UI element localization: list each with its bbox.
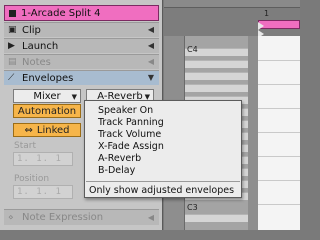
start-field[interactable]: 1. 1. 1: [13, 152, 73, 166]
section-note-expression-label: Note Expression: [22, 212, 104, 223]
section-envelopes-label: Envelopes: [22, 72, 74, 84]
start-label: Start: [14, 141, 36, 151]
key-row: [184, 214, 248, 222]
envelope-control-menu: Speaker On Track Panning Track Volume X-…: [84, 100, 242, 198]
section-clip[interactable]: ▣ Clip ◀: [4, 22, 159, 37]
menu-item-b-delay[interactable]: B-Delay: [98, 165, 135, 177]
menu-item-track-volume[interactable]: Track Volume: [98, 129, 161, 141]
clip-row-line: [258, 84, 300, 85]
note-label-c4: C4: [187, 45, 198, 54]
device-chooser-value: Mixer: [33, 90, 61, 102]
key-row: [184, 84, 248, 92]
notes-icon: ▤: [8, 57, 17, 67]
section-note-expression[interactable]: ⋄ Note Expression ◀: [4, 209, 159, 225]
position-label: Position: [14, 174, 50, 184]
menu-item-x-fade-assign[interactable]: X-Fade Assign: [98, 141, 164, 153]
menu-item-speaker-on[interactable]: Speaker On: [98, 105, 153, 117]
linked-button[interactable]: ⇔ Linked: [13, 123, 81, 137]
section-clip-label: Clip: [22, 24, 41, 36]
clip-row-line: [258, 60, 300, 61]
clip-region[interactable]: [258, 36, 300, 230]
loop-brace[interactable]: [258, 20, 300, 29]
section-envelopes[interactable]: ⟋ Envelopes ▼: [4, 70, 159, 85]
clip-title-bar[interactable]: 1-Arcade Split 4: [4, 5, 159, 21]
collapse-arrow-icon[interactable]: ◀: [148, 213, 154, 222]
clip-color-square: [9, 9, 16, 17]
note-label-c3: C3: [187, 203, 198, 212]
section-notes[interactable]: ▤ Notes ◀: [4, 54, 159, 69]
clip-row-line: [258, 108, 300, 109]
key-row: [184, 60, 248, 68]
clip-title: 1-Arcade Split 4: [21, 7, 101, 19]
clip-row-line: [258, 156, 300, 157]
bar-number: 1: [264, 9, 270, 18]
automation-button-label: Automation: [17, 105, 77, 117]
envelope-icon: ⟋: [8, 73, 15, 83]
chevron-down-icon: ▼: [71, 93, 77, 101]
timeline-ruler[interactable]: [164, 0, 300, 8]
menu-item-track-panning[interactable]: Track Panning: [98, 117, 164, 129]
clip-row-line: [258, 132, 300, 133]
clip-row-line: [258, 204, 300, 205]
clip-box-icon: ▣: [8, 25, 17, 35]
key-row: [184, 72, 248, 80]
menu-item-only-show-adjusted[interactable]: Only show adjusted envelopes: [89, 185, 234, 196]
note-expression-icon: ⋄: [8, 212, 14, 223]
section-notes-label: Notes: [22, 56, 51, 68]
automation-button[interactable]: Automation: [13, 104, 81, 118]
collapse-arrow-icon[interactable]: ◀: [148, 25, 154, 34]
start-marker-icon[interactable]: [258, 22, 264, 30]
collapse-arrow-icon[interactable]: ◀: [148, 57, 154, 66]
collapse-arrow-icon[interactable]: ◀: [148, 41, 154, 50]
menu-separator: [86, 181, 240, 182]
clip-row-line: [258, 180, 300, 181]
expand-arrow-icon[interactable]: ▼: [148, 73, 154, 82]
section-launch[interactable]: ▶ Launch ◀: [4, 38, 159, 53]
device-chooser[interactable]: Mixer ▼: [13, 89, 81, 103]
link-icon: ⇔: [24, 124, 33, 136]
section-launch-label: Launch: [22, 40, 59, 52]
menu-item-a-reverb[interactable]: A-Reverb: [98, 153, 141, 165]
position-field[interactable]: 1. 1. 1: [13, 185, 73, 199]
linked-button-label: Linked: [36, 124, 70, 136]
launch-play-icon: ▶: [8, 41, 15, 51]
